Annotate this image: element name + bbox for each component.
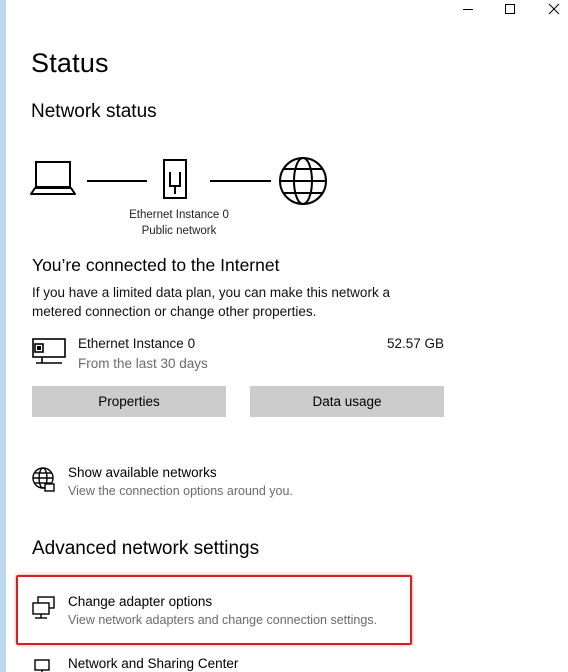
adapter-data-usage: 52.57 GB [386, 336, 444, 351]
adapter-usage-row: Ethernet Instance 0 From the last 30 day… [32, 334, 444, 374]
network-status-heading: Network status [31, 101, 157, 122]
close-icon [548, 3, 560, 15]
properties-button[interactable]: Properties [32, 386, 226, 417]
connection-status-title: You’re connected to the Internet [32, 255, 280, 275]
connection-status-description: If you have a limited data plan, you can… [32, 285, 390, 319]
ethernet-port-icon [163, 159, 187, 199]
network-adapters-icon [32, 596, 55, 619]
page-title: Status [31, 48, 109, 78]
adapter-caption-name: Ethernet Instance 0 [129, 209, 229, 221]
sharing-center-icon [34, 659, 50, 672]
adapter-caption: Ethernet Instance 0 Public network [120, 207, 238, 239]
adapter-period: From the last 30 days [78, 356, 208, 371]
network-diagram: Ethernet Instance 0 Public network [30, 150, 350, 245]
change-adapter-options-link[interactable]: Change adapter options View network adap… [32, 594, 452, 636]
globe-icon [279, 157, 327, 205]
laptop-icon [30, 161, 76, 195]
maximize-button[interactable] [490, 0, 530, 20]
globe-network-icon [32, 467, 55, 492]
left-accent-strip [0, 0, 6, 672]
show-available-networks-link[interactable]: Show available networks View the connect… [32, 465, 452, 507]
close-button[interactable] [534, 0, 568, 20]
window-controls [408, 0, 568, 20]
minimize-icon [463, 9, 473, 10]
show-available-networks-desc: View the connection options around you. [68, 484, 293, 498]
network-sharing-center-title: Network and Sharing Center [68, 656, 239, 671]
show-available-networks-title: Show available networks [68, 465, 217, 480]
adapter-caption-network-type: Public network [141, 225, 217, 237]
adapter-name: Ethernet Instance 0 [78, 336, 196, 351]
data-usage-button[interactable]: Data usage [250, 386, 444, 417]
advanced-network-settings-heading: Advanced network settings [32, 538, 260, 559]
ethernet-adapter-icon [32, 338, 66, 364]
network-sharing-center-link[interactable]: Network and Sharing Center [32, 656, 452, 672]
maximize-icon [505, 4, 515, 14]
change-adapter-options-desc: View network adapters and change connect… [68, 613, 377, 627]
minimize-button[interactable] [448, 0, 488, 20]
change-adapter-options-title: Change adapter options [68, 594, 213, 609]
